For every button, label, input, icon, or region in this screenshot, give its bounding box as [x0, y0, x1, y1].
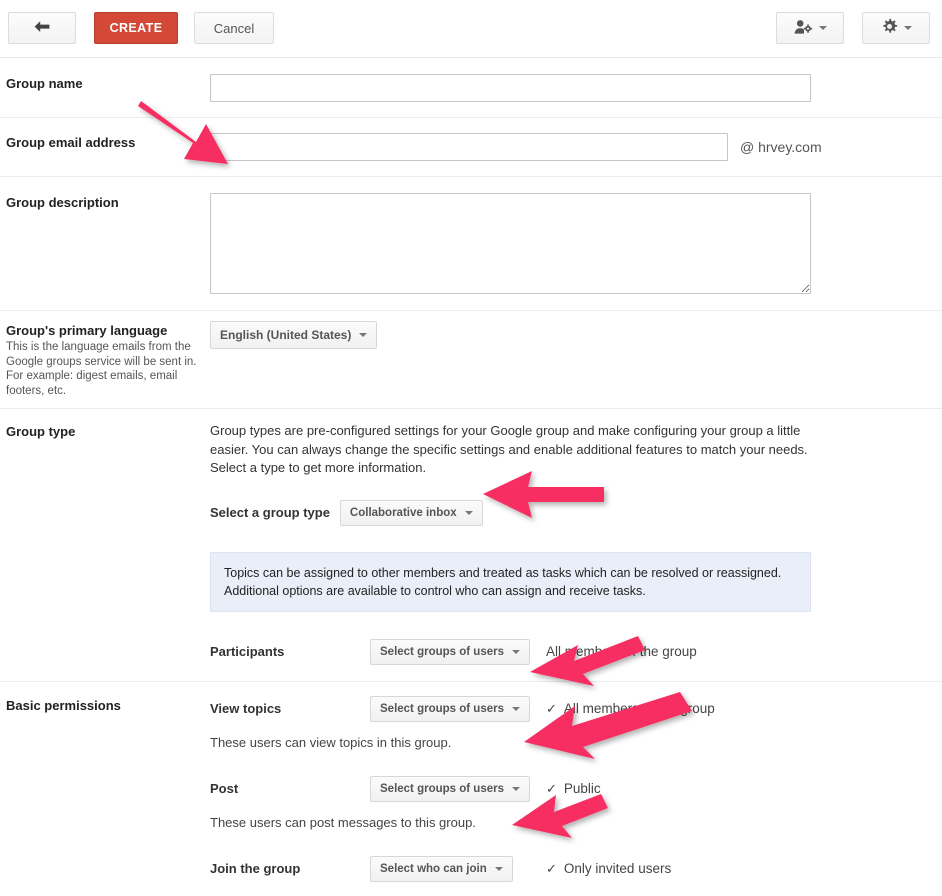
group-type-description: Group types are pre-configured settings …	[210, 423, 808, 475]
chevron-down-icon	[903, 26, 912, 30]
group-description-body	[210, 193, 942, 294]
email-domain-suffix: @ hrvey.com	[740, 139, 822, 155]
checkmark-icon: ✓	[546, 861, 557, 876]
group-email-label: Group email address	[6, 135, 136, 150]
participants-dropdown[interactable]: Select groups of users	[370, 638, 530, 665]
permission-row: Post Select groups of users ✓ Public	[210, 775, 924, 802]
language-sublabel: This is the language emails from the Goo…	[6, 341, 197, 397]
group-description-textarea[interactable]	[210, 193, 811, 294]
group-type-body: Group types are pre-configured settings …	[210, 422, 942, 665]
permission-name-view-topics: View topics	[210, 701, 282, 716]
cancel-button[interactable]: Cancel	[194, 12, 274, 44]
group-email-section: Group email address @ hrvey.com	[0, 118, 942, 177]
permission-block-view-topics: View topics Select groups of users ✓ All…	[210, 695, 924, 750]
chevron-down-icon	[511, 786, 520, 791]
participants-label: Participants	[210, 644, 285, 659]
language-label: Group's primary language	[6, 323, 168, 338]
toolbar: CREATE Cancel	[0, 0, 942, 58]
view-topics-help: These users can view topics in this grou…	[210, 734, 452, 750]
permission-name-join: Join the group	[210, 861, 301, 876]
checkmark-icon: ✓	[546, 781, 557, 796]
chevron-down-icon	[359, 333, 368, 337]
join-dropdown[interactable]: Select who can join	[370, 855, 513, 882]
post-dropdown-value: Select groups of users	[380, 782, 504, 795]
group-type-dropdown[interactable]: Collaborative inbox	[339, 499, 483, 526]
chevron-down-icon	[511, 706, 520, 711]
group-name-label: Group name	[6, 76, 83, 91]
participants-dropdown-wrap: Select groups of users	[370, 638, 546, 665]
permission-dropdown-wrap: Select groups of users	[370, 695, 546, 722]
join-value: ✓ Only invited users	[546, 861, 671, 876]
language-label-wrap: Group's primary language This is the lan…	[0, 321, 210, 398]
permission-row: View topics Select groups of users ✓ All…	[210, 695, 924, 722]
participants-dropdown-value: Select groups of users	[380, 645, 504, 658]
permission-dropdown-wrap: Select who can join	[370, 855, 546, 882]
language-section: Group's primary language This is the lan…	[0, 311, 942, 409]
language-body: English (United States)	[210, 321, 942, 398]
permission-row: Join the group Select who can join ✓ Onl…	[210, 855, 924, 882]
settings-button[interactable]	[862, 12, 930, 44]
permission-block-join: Join the group Select who can join ✓ Onl…	[210, 855, 924, 882]
permission-name-post: Post	[210, 781, 239, 796]
participants-value-text: All members of the group	[546, 644, 697, 659]
post-help: These users can post messages to this gr…	[210, 814, 476, 830]
create-button[interactable]: CREATE	[94, 12, 178, 44]
chevron-down-icon	[818, 26, 827, 30]
chevron-down-icon	[511, 649, 520, 654]
participants-row: Participants Select groups of users All …	[210, 638, 924, 665]
toolbar-left-group: CREATE Cancel	[8, 12, 274, 44]
post-value: ✓ Public	[546, 781, 601, 796]
group-type-section: Group type Group types are pre-configure…	[0, 409, 942, 682]
gear-icon	[881, 18, 898, 38]
view-topics-value-text: All members of the group	[563, 701, 715, 716]
group-description-label: Group description	[6, 195, 119, 210]
back-button[interactable]	[8, 12, 76, 44]
view-topics-dropdown[interactable]: Select groups of users	[370, 695, 530, 722]
language-dropdown[interactable]: English (United States)	[210, 321, 378, 349]
permission-block-post: Post Select groups of users ✓ Public The…	[210, 775, 924, 830]
group-name-section: Group name	[0, 58, 942, 118]
group-type-label: Group type	[6, 424, 76, 439]
chevron-down-icon	[464, 510, 473, 515]
group-type-infobox: Topics can be assigned to other members …	[210, 551, 811, 612]
group-name-input[interactable]	[210, 74, 811, 102]
chevron-down-icon	[494, 866, 503, 871]
view-topics-value: ✓ All members of the group	[546, 701, 715, 716]
group-type-dropdown-value: Collaborative inbox	[349, 506, 457, 519]
participants-value: All members of the group	[546, 644, 697, 659]
join-value-text: Only invited users	[563, 861, 672, 876]
group-type-select-row: Select a group type Collaborative inbox	[210, 499, 924, 526]
group-description-section: Group description	[0, 177, 942, 311]
language-dropdown-value: English (United States)	[220, 328, 352, 342]
permission-dropdown-wrap: Select groups of users	[370, 775, 546, 802]
group-email-input[interactable]	[210, 133, 728, 161]
group-type-select-label: Select a group type	[210, 505, 330, 520]
join-dropdown-value: Select who can join	[380, 862, 487, 875]
checkmark-icon: ✓	[546, 701, 557, 716]
group-email-body: @ hrvey.com	[210, 133, 942, 161]
back-arrow-icon	[33, 20, 51, 37]
post-dropdown[interactable]: Select groups of users	[370, 775, 530, 802]
group-name-body	[210, 74, 942, 102]
view-topics-dropdown-value: Select groups of users	[380, 702, 504, 715]
basic-permissions-section: Basic permissions View topics Select gro…	[0, 682, 942, 896]
manage-members-button[interactable]	[776, 12, 844, 44]
toolbar-right-group	[776, 12, 930, 44]
person-gear-icon	[794, 19, 813, 38]
post-value-text: Public	[563, 781, 601, 796]
